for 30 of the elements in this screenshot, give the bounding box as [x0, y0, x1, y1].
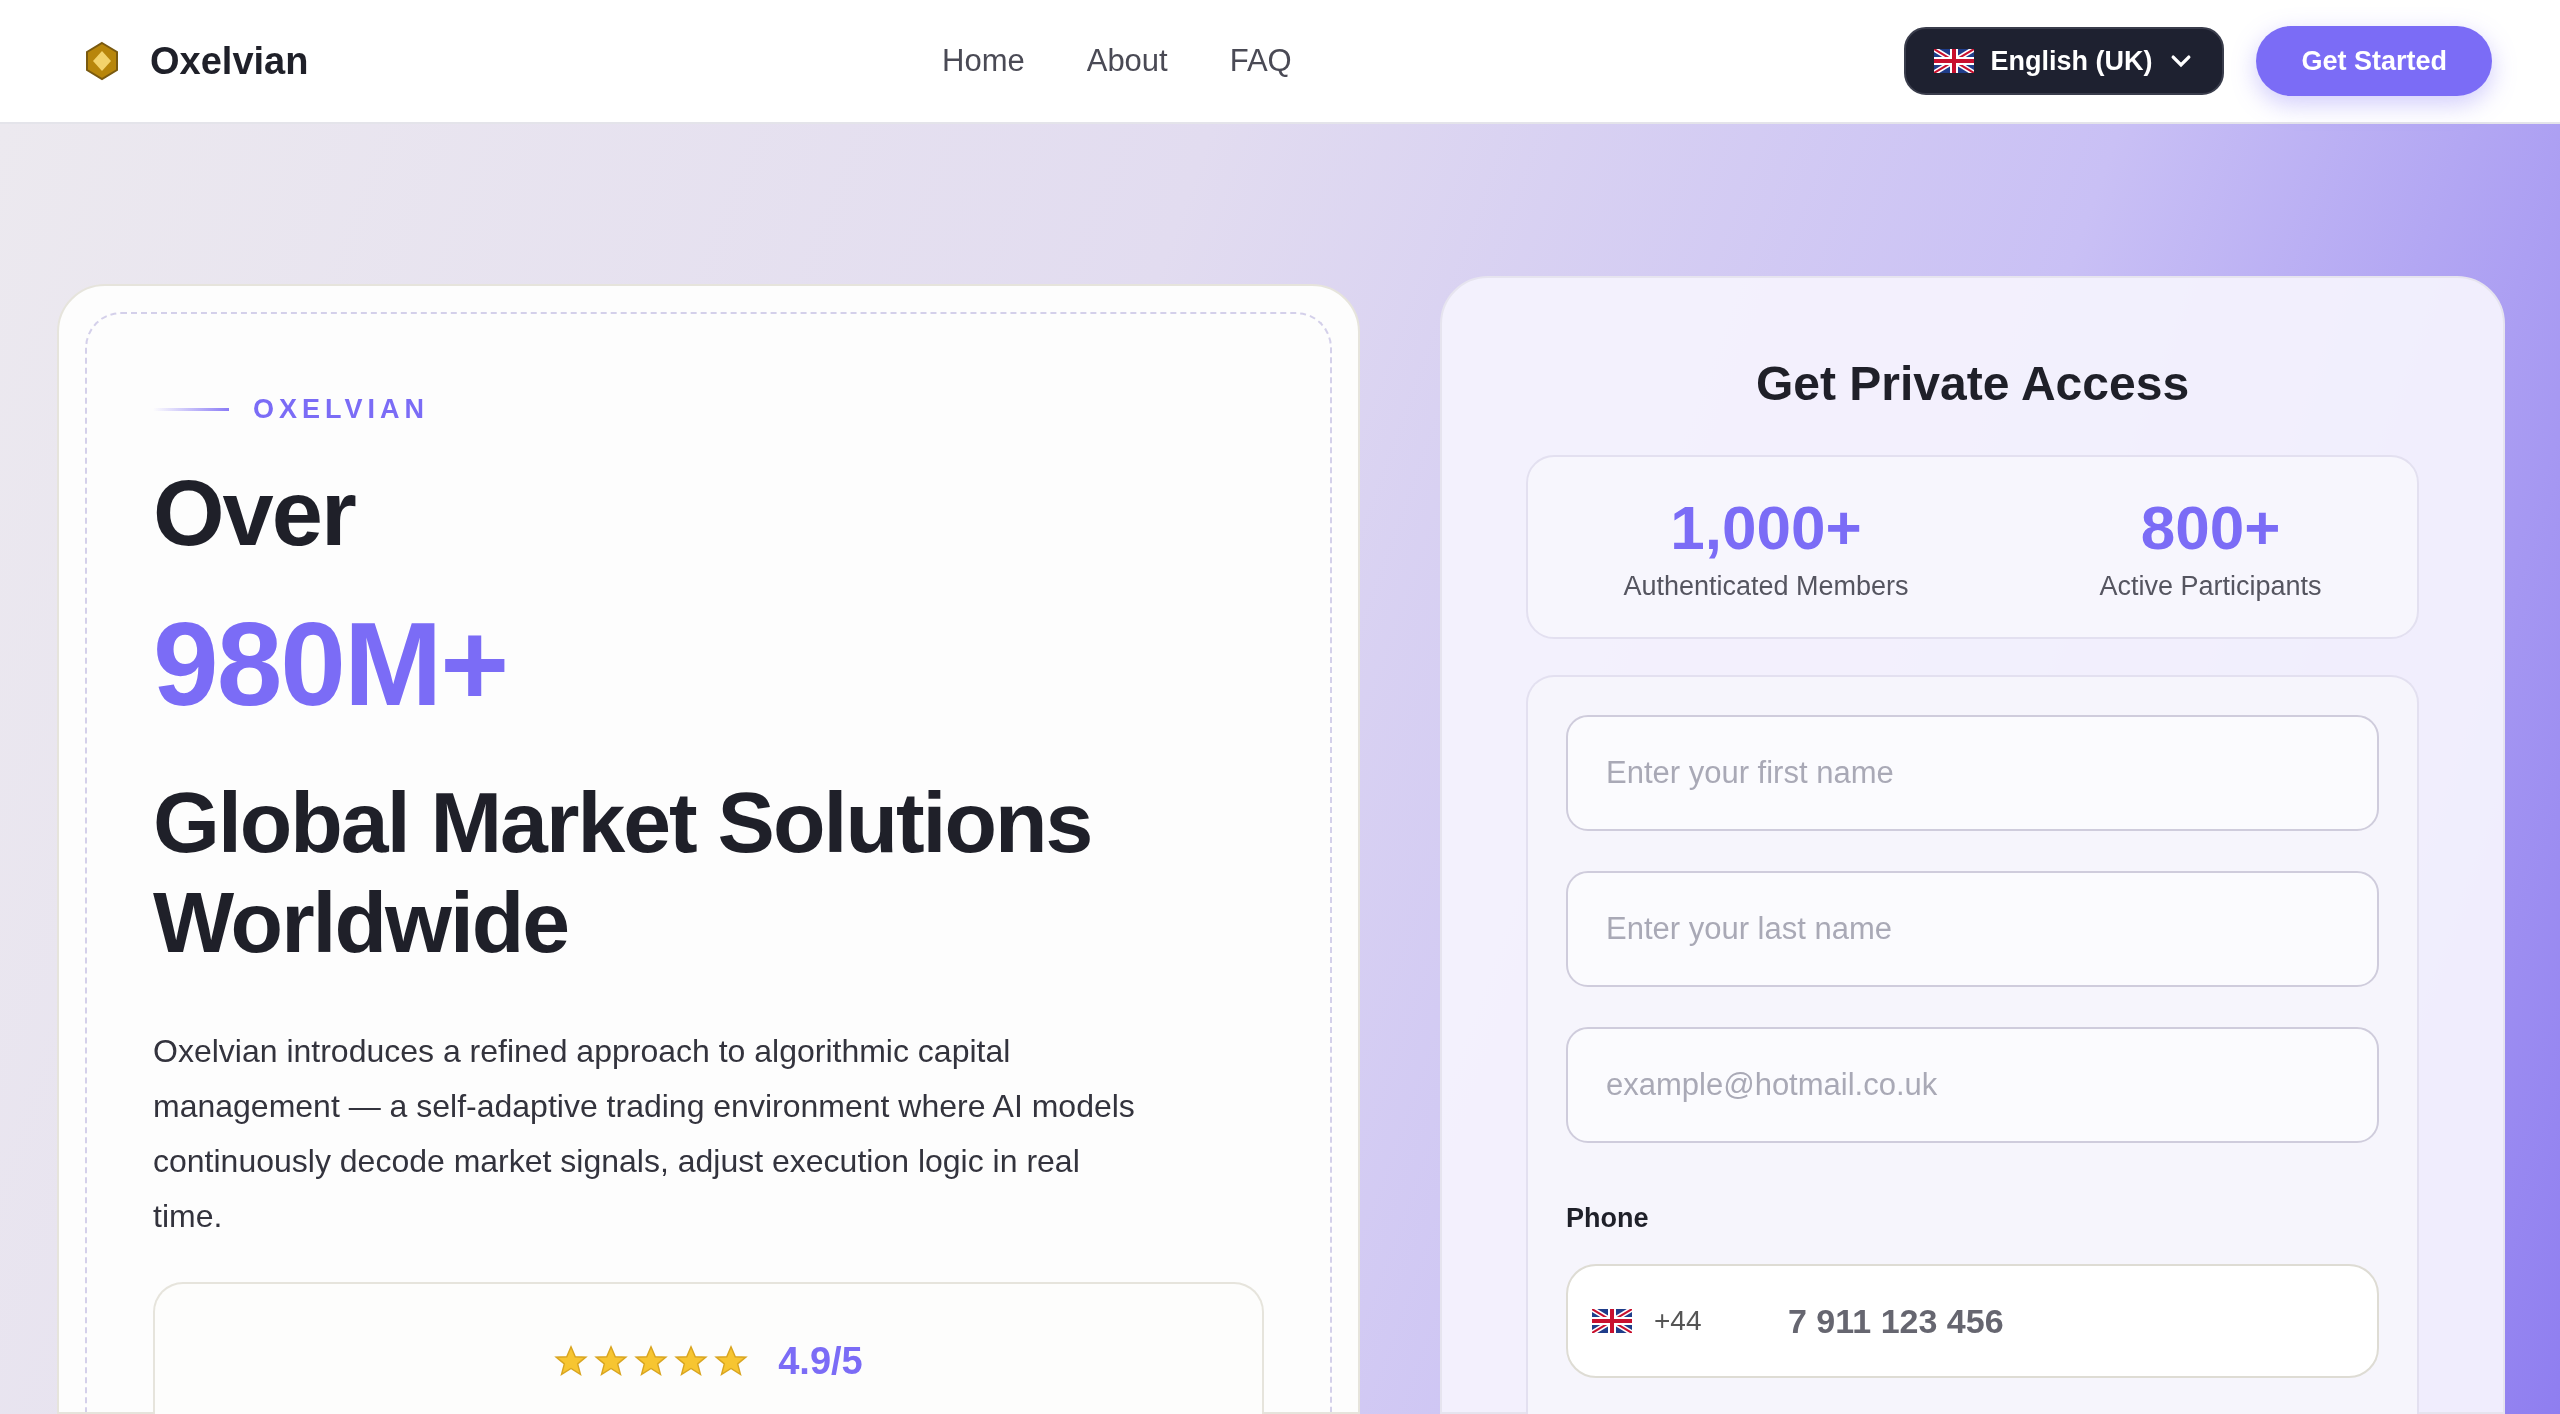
hero-heading: Global Market Solutions Worldwide	[153, 773, 1093, 972]
nav-link[interactable]: FAQ	[1229, 43, 1292, 79]
input-field[interactable]: Enter your first name	[1566, 715, 2379, 831]
star-icon	[554, 1344, 589, 1378]
eyebrow-label: OXELVIAN	[253, 394, 429, 425]
star-icon	[594, 1344, 629, 1378]
star-icon	[714, 1344, 749, 1378]
get-started-button[interactable]: Get Started	[2256, 26, 2492, 96]
nav-link[interactable]: About	[1086, 43, 1168, 79]
uk-flag-icon	[1934, 49, 1975, 73]
hero-description: Oxelvian introduces a refined approach to algorithmic capital management — a self-adaptive trading environment where AI models continuously decode market signals, adjust execution logic in real time.	[153, 1032, 1136, 1236]
star-icon	[674, 1344, 709, 1378]
hero-figure: 980M+	[153, 597, 509, 732]
stat-value: 800+	[2140, 492, 2281, 563]
field-label: Phone	[1566, 1203, 1650, 1234]
input-field[interactable]: example@hotmail.co.uk	[1566, 1027, 2379, 1143]
input-field[interactable]: Enter your last name	[1566, 871, 2379, 987]
brand-name: Oxelvian	[150, 39, 309, 83]
nav-link[interactable]: Home	[942, 43, 1025, 79]
stat-label: Authenticated Members	[1623, 571, 1909, 602]
rating-score: 4.9/5	[778, 1339, 863, 1383]
hero-line: Over	[153, 461, 357, 566]
uk-flag-icon	[1592, 1309, 1632, 1333]
star-icon	[634, 1344, 669, 1378]
phone-field[interactable]: +44 7 911 123 456	[1566, 1264, 2379, 1378]
stat-value: 1,000+	[1670, 492, 1862, 563]
phone-number-input[interactable]: 7 911 123 456	[1786, 1300, 2353, 1342]
form-title: Get Private Access	[1754, 356, 2191, 411]
language-selector[interactable]: English (UK)	[1904, 27, 2225, 95]
stat-label: Active Participants	[2099, 571, 2322, 602]
